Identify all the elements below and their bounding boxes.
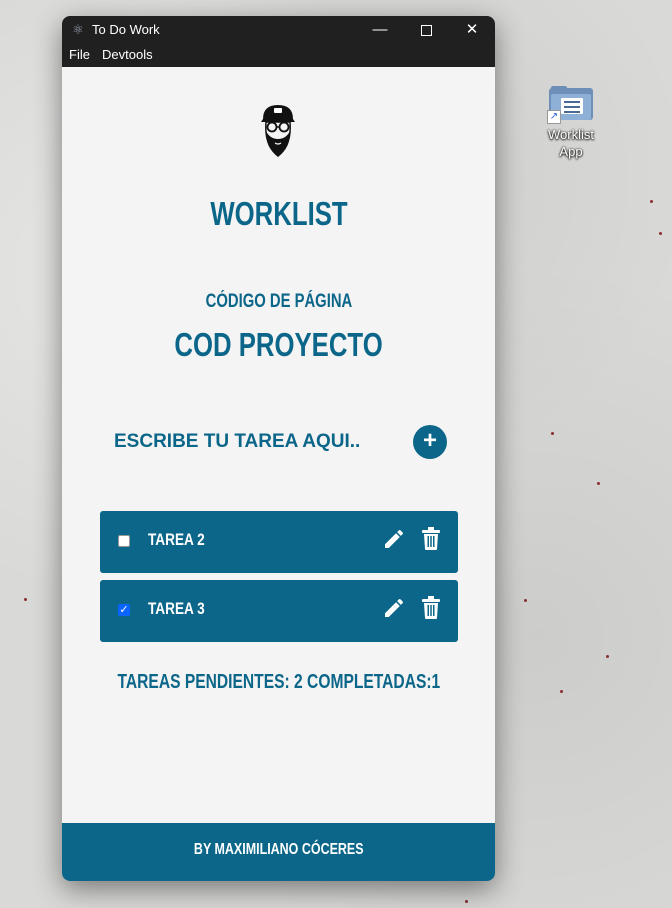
close-button[interactable]: ✕ <box>449 16 495 44</box>
footer: BY MAXIMILIANO CÓCERES <box>62 823 495 881</box>
app-content: WORKLIST CÓDIGO DE PÁGINA COD PROYECTO +… <box>62 67 495 823</box>
task-checkbox[interactable]: ✓ <box>118 604 130 616</box>
task-name: TAREA 3 <box>148 599 205 618</box>
menu-file[interactable]: File <box>69 47 90 62</box>
task-item: TAREA 2 <box>100 511 458 573</box>
task-name: TAREA 2 <box>148 530 205 549</box>
app-window: ⚛ To Do Work — ✕ File Devtools WORKLIST … <box>62 16 495 881</box>
minimize-button[interactable]: — <box>357 16 403 44</box>
add-task-button[interactable]: + <box>413 425 447 459</box>
app-title: WORKLIST <box>209 195 348 232</box>
desktop-shortcut-label: Worklist App <box>548 127 594 159</box>
trash-icon[interactable] <box>421 527 441 551</box>
project-code: COD PROYECTO <box>174 326 383 363</box>
maximize-icon <box>420 24 432 36</box>
footer-credit: BY MAXIMILIANO CÓCERES <box>193 841 364 858</box>
window-title: To Do Work <box>92 22 160 37</box>
page-code-label: CÓDIGO DE PÁGINA <box>205 291 352 312</box>
pencil-icon[interactable] <box>382 527 406 551</box>
shortcut-arrow-icon: ↗ <box>547 110 561 124</box>
task-summary: TAREAS PENDIENTES: 2 COMPLETADAS:1 <box>117 671 440 693</box>
bearded-man-avatar <box>261 105 295 157</box>
menu-devtools[interactable]: Devtools <box>102 47 153 62</box>
electron-app-icon: ⚛ <box>72 22 84 37</box>
desktop-shortcut-worklist[interactable]: ↗ Worklist App <box>543 86 599 160</box>
task-input[interactable] <box>112 423 396 461</box>
title-bar[interactable]: ⚛ To Do Work — ✕ <box>62 16 495 44</box>
task-item: ✓ TAREA 3 <box>100 580 458 642</box>
task-checkbox[interactable] <box>118 535 130 547</box>
folder-shortcut-icon: ↗ <box>547 86 593 124</box>
pencil-icon[interactable] <box>382 596 406 620</box>
menu-bar: File Devtools <box>62 44 495 67</box>
maximize-button[interactable] <box>403 16 449 44</box>
trash-icon[interactable] <box>421 596 441 620</box>
